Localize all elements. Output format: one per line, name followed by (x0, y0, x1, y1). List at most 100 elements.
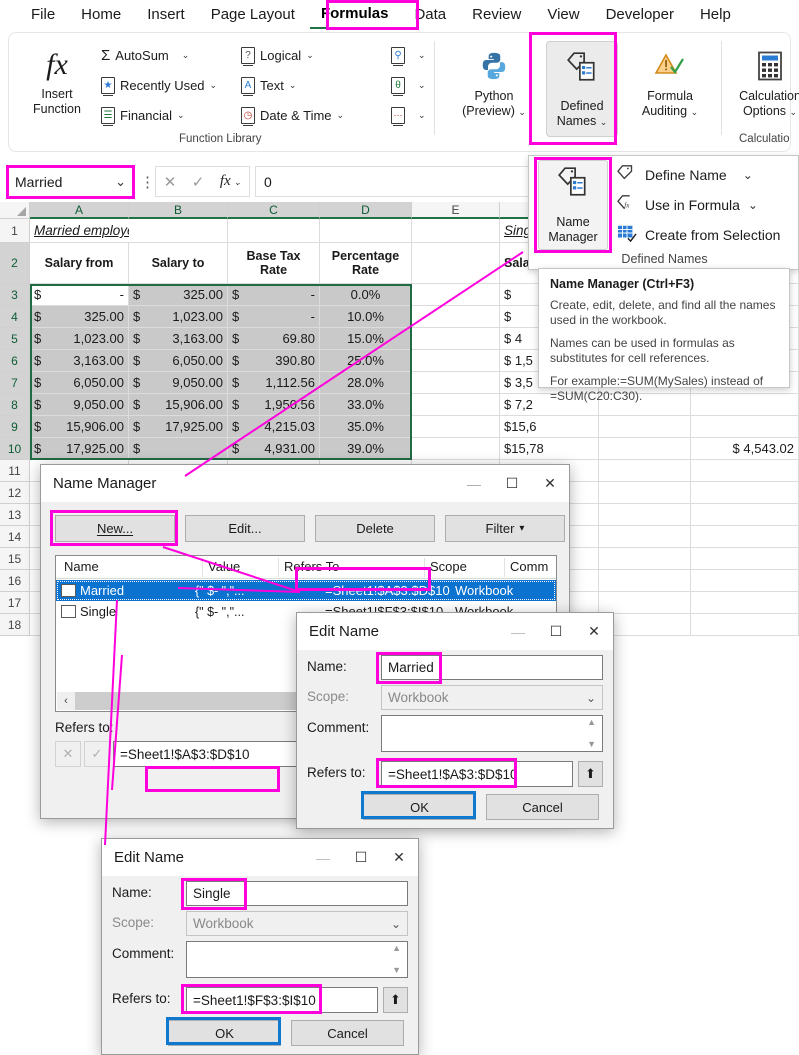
chevron-down-icon[interactable]: ▾ (519, 523, 524, 534)
close-icon[interactable]: ✕ (380, 839, 418, 876)
chevron-down-icon[interactable]: ⌄ (418, 80, 426, 91)
row-header-3[interactable]: 3 (0, 284, 30, 306)
close-icon[interactable]: ✕ (575, 613, 613, 650)
chevron-down-icon[interactable]: ⌄ (518, 107, 526, 117)
cell-a10[interactable]: $17,925.00 (30, 438, 129, 460)
chevron-down-icon[interactable]: ⌄ (177, 110, 185, 121)
chevron-down-icon[interactable]: ⌄ (691, 107, 699, 117)
column-header-e[interactable]: E (412, 202, 500, 219)
cell-d3[interactable]: 0.0% (320, 284, 412, 306)
row-header-11[interactable]: 11 (0, 460, 30, 482)
list-header-comment[interactable]: Comm (510, 559, 548, 574)
cell-a3[interactable]: $- (30, 284, 129, 306)
cell-f10[interactable]: $15,78 (500, 438, 599, 460)
tab-developer[interactable]: Developer (595, 2, 685, 28)
formula-bar-handle[interactable]: ⋮ (140, 173, 155, 191)
cell-h13[interactable] (691, 504, 799, 526)
cell-b4[interactable]: $1,023.00 (129, 306, 228, 328)
formula-auditing-button[interactable]: Formula Auditing ⌄ (631, 43, 709, 120)
cell-d9[interactable]: 35.0% (320, 416, 412, 438)
collapse-dialog-button[interactable]: ⬆ (383, 987, 408, 1013)
ok-button[interactable]: OK (363, 794, 476, 820)
create-from-selection-menu-item[interactable]: Create from Selection (617, 224, 780, 245)
cell-c9[interactable]: $4,215.03 (228, 416, 320, 438)
cell-h15[interactable] (691, 548, 799, 570)
insert-function-icon[interactable]: fx⌄ (220, 173, 241, 190)
cell-h18[interactable] (691, 614, 799, 636)
tab-file[interactable]: File (20, 2, 66, 28)
name-input[interactable]: Married (381, 655, 603, 680)
maximize-icon[interactable]: ☐ (493, 465, 531, 502)
cell-d8[interactable]: 33.0% (320, 394, 412, 416)
minimize-icon[interactable]: — (455, 465, 493, 502)
cell-c7[interactable]: $1,112.56 (228, 372, 320, 394)
edit-name-button[interactable]: Edit... (185, 515, 305, 542)
scope-select[interactable]: Workbook ⌄ (186, 911, 408, 936)
tab-insert[interactable]: Insert (136, 2, 196, 28)
column-header-a[interactable]: A (30, 202, 129, 219)
cell-e7[interactable] (412, 372, 500, 394)
calculation-options-button[interactable]: Calculation Options ⌄ (727, 43, 799, 120)
more-functions-button[interactable]: ⋯ ⌄ (391, 107, 426, 124)
cell-e4[interactable] (412, 306, 500, 328)
cell-c3[interactable]: $- (228, 284, 320, 306)
delete-name-button[interactable]: Delete (315, 515, 435, 542)
filter-button[interactable]: Filter ▾ (445, 515, 565, 542)
chevron-down-icon[interactable]: ⌄ (182, 50, 190, 61)
cell-d4[interactable]: 10.0% (320, 306, 412, 328)
cell-e6[interactable] (412, 350, 500, 372)
cell-c4[interactable]: $- (228, 306, 320, 328)
cell-b9[interactable]: $17,925.00 (129, 416, 228, 438)
row-header-9[interactable]: 9 (0, 416, 30, 438)
row-header-7[interactable]: 7 (0, 372, 30, 394)
maximize-icon[interactable]: ☐ (537, 613, 575, 650)
cell-b7[interactable]: $9,050.00 (129, 372, 228, 394)
define-name-menu-item[interactable]: Define Name ⌄ (617, 164, 753, 185)
chevron-down-icon[interactable]: ⌄ (337, 110, 345, 121)
chevron-down-icon[interactable]: ⌄ (743, 168, 753, 182)
row-header-8[interactable]: 8 (0, 394, 30, 416)
refers-to-input[interactable]: =Sheet1!$F$3:$I$10 (186, 987, 378, 1013)
row-header-13[interactable]: 13 (0, 504, 30, 526)
cancel-button[interactable]: Cancel (291, 1020, 404, 1046)
cell-a7[interactable]: $6,050.00 (30, 372, 129, 394)
math-trig-button[interactable]: θ ⌄ (391, 77, 426, 94)
cell-f9[interactable]: $15,6 (500, 416, 599, 438)
chevron-down-icon[interactable]: ⌄ (210, 80, 218, 91)
cell-g16[interactable] (599, 570, 691, 592)
cancel-button[interactable]: Cancel (486, 794, 599, 820)
new-name-button[interactable]: New... (55, 515, 175, 542)
recently-used-button[interactable]: ★ Recently Used ⌄ (101, 77, 217, 94)
name-manager-titlebar[interactable]: Name Manager — ☐ ✕ (41, 465, 569, 502)
cell-b10[interactable]: $ (129, 438, 228, 460)
cell-b6[interactable]: $6,050.00 (129, 350, 228, 372)
cell-d10[interactable]: 39.0% (320, 438, 412, 460)
chevron-down-icon[interactable]: ⌄ (289, 80, 297, 91)
text-button[interactable]: A Text ⌄ (241, 77, 296, 94)
defined-names-button[interactable]: Defined Names ⌄ (546, 41, 618, 137)
cell-g15[interactable] (599, 548, 691, 570)
cell-b3[interactable]: $325.00 (129, 284, 228, 306)
row-header-18[interactable]: 18 (0, 614, 30, 636)
row-header-12[interactable]: 12 (0, 482, 30, 504)
scope-select[interactable]: Workbook ⌄ (381, 685, 603, 710)
enter-icon[interactable]: ✓ (192, 173, 205, 191)
cell-d2-percentage-rate[interactable]: Percentage Rate (320, 243, 412, 284)
tab-page-layout[interactable]: Page Layout (200, 2, 306, 28)
chevron-down-icon[interactable]: ⌄ (790, 107, 798, 117)
row-header-15[interactable]: 15 (0, 548, 30, 570)
chevron-down-icon[interactable]: ⌄ (748, 198, 758, 212)
cell-g13[interactable] (599, 504, 691, 526)
tab-home[interactable]: Home (70, 2, 132, 28)
edit-name-titlebar-married[interactable]: Edit Name — ☐ ✕ (297, 613, 613, 650)
row-header-4[interactable]: 4 (0, 306, 30, 328)
use-in-formula-menu-item[interactable]: fx Use in Formula ⌄ (617, 194, 758, 215)
cell-d6[interactable]: 25.0% (320, 350, 412, 372)
cancel-edit-icon[interactable]: ✕ (55, 741, 81, 767)
cell-a1[interactable]: Married employees (30, 219, 129, 243)
chevron-down-icon[interactable]: ⌄ (600, 117, 608, 127)
name-manager-button[interactable]: Name Manager (538, 160, 608, 250)
cell-e1[interactable] (412, 219, 500, 243)
comment-spinner[interactable]: ▲▼ (587, 716, 596, 749)
cell-d1[interactable] (320, 219, 412, 243)
